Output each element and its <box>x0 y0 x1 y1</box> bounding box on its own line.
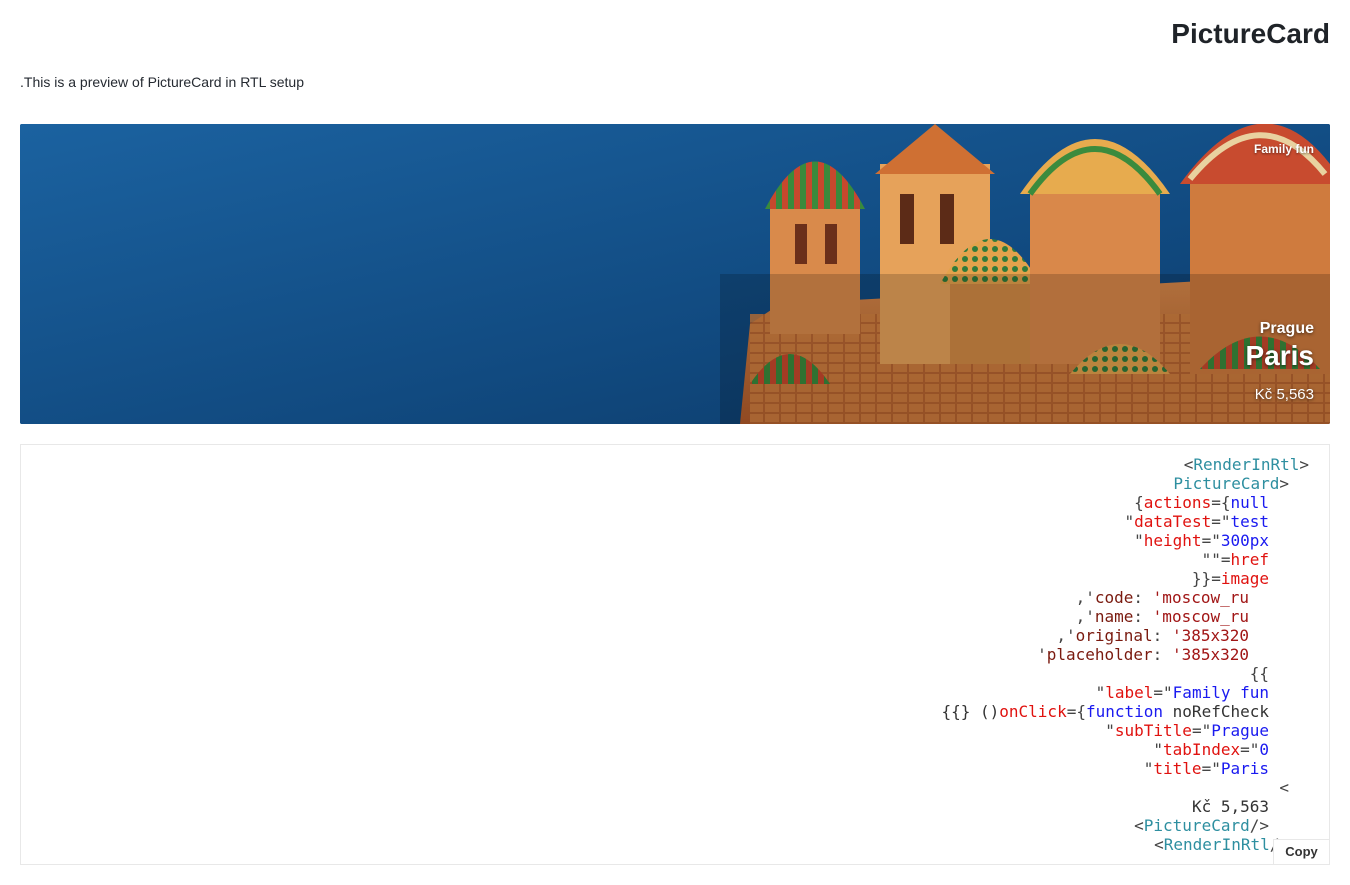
card-label: Family fun <box>1253 142 1314 156</box>
code-token: : <box>1152 626 1172 645</box>
code-token: '385x320 <box>1171 645 1249 664</box>
code-token: " <box>1134 531 1144 550</box>
code-token: " <box>1095 683 1106 702</box>
card-subtitle: Prague <box>1259 320 1314 337</box>
code-token: > <box>1279 474 1289 493</box>
code-token: ,' <box>1075 607 1095 626</box>
code-token: test <box>1230 512 1269 531</box>
code-token: =" <box>1191 721 1212 740</box>
code-token: < <box>1134 816 1144 835</box>
code-line: "height="300px <box>609 531 1309 550</box>
code-token: ' <box>1037 645 1047 664</box>
code-token: " <box>1153 740 1164 759</box>
code-token: RenderInRtl <box>1163 835 1270 854</box>
code-token: ""= <box>1201 550 1231 569</box>
code-token: Prague <box>1211 721 1269 740</box>
code-line: ,'original: '385x320 <box>609 626 1309 645</box>
code-token: PictureCard <box>1143 816 1250 835</box>
code-panel: <RenderInRtl> PictureCard> {actions={nul… <box>20 444 1330 865</box>
code-line: {{} ()onClick={function noRefCheck <box>609 702 1309 721</box>
code-token: =" <box>1201 759 1221 778</box>
code-token: actions <box>1143 493 1212 512</box>
code-token: { <box>1134 493 1144 512</box>
card-title: Paris <box>1245 340 1315 371</box>
code-token: : <box>1133 607 1153 626</box>
code-token: placeholder <box>1046 645 1153 664</box>
code-token: '385x320 <box>1171 626 1249 645</box>
code-token: }}= <box>1191 569 1221 588</box>
code-line: "label="Family fun <box>609 683 1309 702</box>
code-line: {actions={null <box>609 493 1309 512</box>
code-line: < <box>609 778 1309 797</box>
code-token: {{} () <box>941 702 1000 721</box>
code-token: < <box>1183 455 1194 474</box>
code-token: " <box>1105 721 1115 740</box>
code-token: label <box>1105 683 1154 702</box>
code-line: ,'code: 'moscow_ru <box>609 588 1309 607</box>
code-token: < <box>1154 835 1164 854</box>
code-token: =" <box>1240 740 1260 759</box>
code-token: ,' <box>1056 626 1076 645</box>
page-description: .This is a preview of PictureCard in RTL… <box>20 74 305 90</box>
code-line: ,'name: 'moscow_ru <box>609 607 1309 626</box>
code-token: ={ <box>1066 702 1086 721</box>
card-price: Kč 5,563 <box>1254 386 1314 403</box>
code-line: <RenderInRtl/> <box>609 835 1309 854</box>
code-token: " <box>1124 512 1135 531</box>
code-token: code <box>1094 588 1134 607</box>
code-line: 'placeholder: '385x320 <box>609 645 1309 664</box>
code-line: <RenderInRtl> <box>609 455 1309 474</box>
code-token: 'moscow_ru <box>1152 588 1249 607</box>
code-line: {{ <box>609 664 1309 683</box>
code-line: "title="Paris <box>609 759 1309 778</box>
code-token: title <box>1153 759 1202 778</box>
code-token: PictureCard <box>1173 474 1280 493</box>
code-token: > <box>1299 455 1309 474</box>
code-line: "dataTest="test <box>609 512 1309 531</box>
code-block: <RenderInRtl> PictureCard> {actions={nul… <box>609 455 1309 854</box>
code-token: RenderInRtl <box>1193 455 1300 474</box>
code-token: : <box>1152 645 1172 664</box>
code-token: null <box>1230 493 1269 512</box>
code-token: 'moscow_ru <box>1152 607 1249 626</box>
code-token: 0 <box>1259 740 1269 759</box>
code-token: 300px <box>1220 531 1269 550</box>
code-token: function <box>1085 702 1164 721</box>
code-token: " <box>1143 759 1154 778</box>
code-token: ,' <box>1075 588 1095 607</box>
code-token: name <box>1094 607 1134 626</box>
code-token: =" <box>1153 683 1173 702</box>
code-token: : <box>1133 588 1153 607</box>
code-token: image <box>1220 569 1269 588</box>
code-line: "tabIndex="0 <box>609 740 1309 759</box>
cathedral-image <box>20 124 1330 424</box>
code-token: height <box>1143 531 1202 550</box>
code-token: tabIndex <box>1163 740 1241 759</box>
code-token: < <box>1279 778 1289 797</box>
code-token: original <box>1075 626 1153 645</box>
code-token: =" <box>1201 531 1221 550</box>
code-token: {{ <box>1249 664 1269 683</box>
picture-card[interactable]: Family fun Prague Paris Kč 5,563 <box>20 124 1330 424</box>
page-title: PictureCard <box>1171 18 1330 49</box>
code-line: Kč 5,563 <box>609 797 1309 816</box>
code-line: <PictureCard/> <box>609 816 1309 835</box>
code-token: subTitle <box>1114 721 1192 740</box>
code-token: dataTest <box>1134 512 1212 531</box>
code-token: noRefCheck <box>1163 702 1269 721</box>
code-line: "subTitle="Prague <box>609 721 1309 740</box>
code-token: /> <box>1249 816 1269 835</box>
code-token: onClick <box>999 702 1067 721</box>
code-token: href <box>1230 550 1269 569</box>
code-token: Paris <box>1220 759 1269 778</box>
code-line: ""=href <box>609 550 1309 569</box>
code-token: Kč 5,563 <box>1191 797 1269 816</box>
copy-button[interactable]: Copy <box>1273 839 1329 864</box>
code-line: PictureCard> <box>609 474 1309 493</box>
code-token: Family fun <box>1172 683 1269 702</box>
code-token: =" <box>1211 512 1231 531</box>
code-line: }}=image <box>609 569 1309 588</box>
code-token: ={ <box>1211 493 1231 512</box>
